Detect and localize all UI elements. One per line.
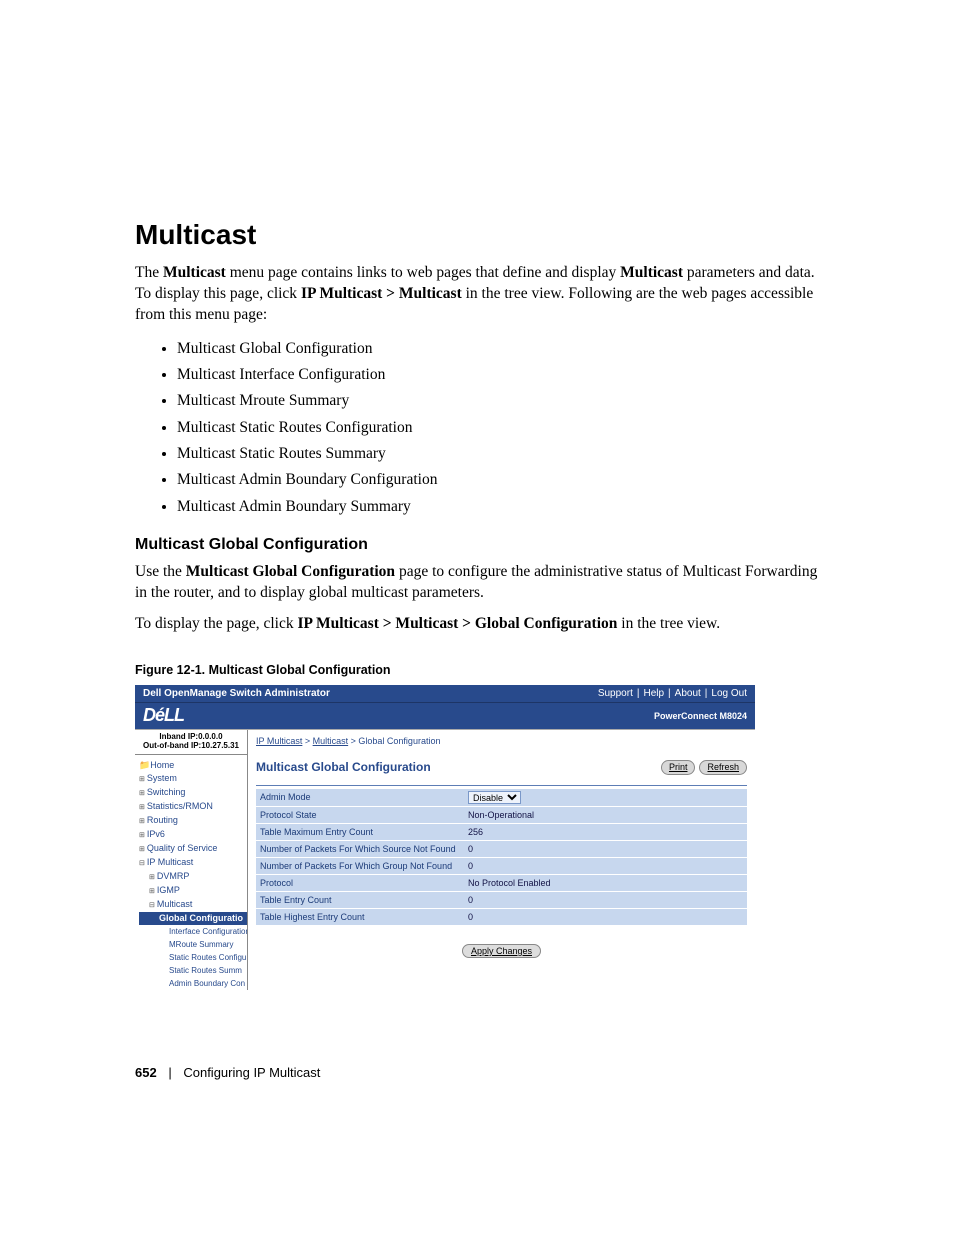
display-paragraph: To display the page, click IP Multicast …: [135, 614, 819, 635]
tree-admin-boundary-config[interactable]: Admin Boundary Con: [139, 977, 247, 990]
text: The: [135, 264, 163, 281]
row-src-nf: Number of Packets For Which Source Not F…: [256, 840, 747, 857]
value-protocol-state: Non-Operational: [464, 806, 747, 823]
page-number: 652: [135, 1065, 157, 1080]
value-src-nf: 0: [464, 840, 747, 857]
row-protocol-state: Protocol State Non-Operational: [256, 806, 747, 823]
dell-logo: DéLL: [143, 705, 184, 726]
chapter-title: Configuring IP Multicast: [183, 1065, 320, 1080]
row-protocol: Protocol No Protocol Enabled: [256, 874, 747, 891]
list-item: Multicast Static Routes Configuration: [177, 415, 819, 441]
label-tec: Table Entry Count: [256, 891, 464, 908]
tree-ipmulticast[interactable]: IP Multicast: [139, 856, 247, 870]
text: in the tree view.: [617, 615, 720, 632]
label-admin-mode: Admin Mode: [256, 789, 464, 807]
refresh-button[interactable]: Refresh: [699, 760, 747, 775]
row-thec: Table Highest Entry Count 0: [256, 908, 747, 925]
text-bold: Multicast Global Configuration: [186, 563, 395, 580]
sub-heading: Multicast Global Configuration: [135, 536, 819, 554]
config-table: Admin Mode Disable Protocol State Non-Op…: [256, 789, 747, 926]
list-item: Multicast Mroute Summary: [177, 388, 819, 414]
list-item: Multicast Admin Boundary Summary: [177, 494, 819, 520]
tree-home[interactable]: 📁Home: [139, 759, 247, 772]
value-tec: 0: [464, 891, 747, 908]
text-bold: IP Multicast > Multicast: [301, 285, 462, 302]
main-panel: IP Multicast > Multicast > Global Config…: [248, 730, 755, 990]
label-max-entry: Table Maximum Entry Count: [256, 823, 464, 840]
page-heading: Multicast: [135, 220, 819, 251]
crumb-ip-multicast[interactable]: IP Multicast: [256, 736, 302, 746]
logout-link[interactable]: Log Out: [711, 688, 747, 699]
inband-ip: Inband IP:0.0.0.0: [135, 732, 247, 741]
panel-title: Multicast Global Configuration: [256, 760, 431, 774]
crumb-multicast[interactable]: Multicast: [313, 736, 349, 746]
list-item: Multicast Static Routes Summary: [177, 441, 819, 467]
admin-mode-select[interactable]: Disable: [468, 791, 521, 804]
tree-multicast[interactable]: Multicast: [139, 898, 247, 912]
print-button[interactable]: Print: [661, 760, 696, 775]
text: Use the: [135, 563, 186, 580]
screenshot-panel: Dell OpenManage Switch Administrator Sup…: [135, 685, 755, 990]
tree-igmp[interactable]: IGMP: [139, 884, 247, 898]
logo-row: DéLL PowerConnect M8024: [135, 702, 755, 729]
support-link[interactable]: Support: [598, 688, 633, 699]
row-max-entry: Table Maximum Entry Count 256: [256, 823, 747, 840]
tree-static-routes-config[interactable]: Static Routes Configu: [139, 951, 247, 964]
label-protocol: Protocol: [256, 874, 464, 891]
apply-changes-button[interactable]: Apply Changes: [462, 944, 541, 958]
bullet-list: Multicast Global Configuration Multicast…: [135, 336, 819, 520]
ip-info: Inband IP:0.0.0.0 Out-of-band IP:10.27.5…: [135, 730, 247, 755]
crumb-current: Global Configuration: [358, 736, 440, 746]
tree-global-config[interactable]: Global Configuratio: [139, 912, 247, 925]
model-label: PowerConnect M8024: [654, 711, 747, 721]
tree-ipv6[interactable]: IPv6: [139, 828, 247, 842]
app-title: Dell OpenManage Switch Administrator: [143, 688, 330, 699]
text: menu page contains links to web pages th…: [226, 264, 620, 281]
value-grp-nf: 0: [464, 857, 747, 874]
value-max-entry: 256: [464, 823, 747, 840]
value-protocol: No Protocol Enabled: [464, 874, 747, 891]
help-link[interactable]: Help: [643, 688, 664, 699]
value-admin-mode: Disable: [464, 789, 747, 807]
label-grp-nf: Number of Packets For Which Group Not Fo…: [256, 857, 464, 874]
breadcrumb: IP Multicast > Multicast > Global Config…: [256, 736, 747, 746]
sub-paragraph: Use the Multicast Global Configuration p…: [135, 562, 819, 604]
text-bold: IP Multicast > Multicast > Global Config…: [297, 615, 617, 632]
divider: [256, 785, 747, 786]
footer-sep: |: [168, 1065, 171, 1080]
tree-switching[interactable]: Switching: [139, 786, 247, 800]
value-thec: 0: [464, 908, 747, 925]
nav-tree: 📁Home System Switching Statistics/RMON R…: [135, 755, 247, 990]
oob-ip: Out-of-band IP:10.27.5.31: [135, 741, 247, 750]
label-protocol-state: Protocol State: [256, 806, 464, 823]
intro-paragraph: The Multicast menu page contains links t…: [135, 263, 819, 326]
tree-dvmrp[interactable]: DVMRP: [139, 870, 247, 884]
label-thec: Table Highest Entry Count: [256, 908, 464, 925]
row-admin-mode: Admin Mode Disable: [256, 789, 747, 807]
text-bold: Multicast: [620, 264, 683, 281]
tree-stats[interactable]: Statistics/RMON: [139, 800, 247, 814]
about-link[interactable]: About: [675, 688, 701, 699]
app-titlebar: Dell OpenManage Switch Administrator Sup…: [135, 685, 755, 702]
nav-sidebar: Inband IP:0.0.0.0 Out-of-band IP:10.27.5…: [135, 730, 248, 990]
figure-caption: Figure 12-1. Multicast Global Configurat…: [135, 663, 819, 677]
tree-static-routes-summary[interactable]: Static Routes Summ: [139, 964, 247, 977]
row-grp-nf: Number of Packets For Which Group Not Fo…: [256, 857, 747, 874]
top-nav: Support | Help | About | Log Out: [598, 688, 747, 699]
tree-routing[interactable]: Routing: [139, 814, 247, 828]
tree-qos[interactable]: Quality of Service: [139, 842, 247, 856]
row-tec: Table Entry Count 0: [256, 891, 747, 908]
text: To display the page, click: [135, 615, 297, 632]
list-item: Multicast Admin Boundary Configuration: [177, 467, 819, 493]
list-item: Multicast Interface Configuration: [177, 362, 819, 388]
tree-system[interactable]: System: [139, 772, 247, 786]
tree-interface-config[interactable]: Interface Configuration: [139, 925, 247, 938]
text-bold: Multicast: [163, 264, 226, 281]
list-item: Multicast Global Configuration: [177, 336, 819, 362]
label-src-nf: Number of Packets For Which Source Not F…: [256, 840, 464, 857]
tree-mroute-summary[interactable]: MRoute Summary: [139, 938, 247, 951]
page-footer: 652 | Configuring IP Multicast: [135, 1065, 320, 1080]
